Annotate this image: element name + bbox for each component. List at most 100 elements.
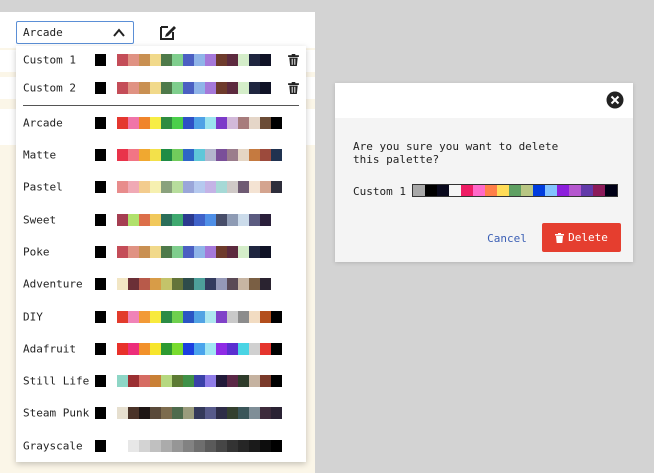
palette-swatches — [95, 214, 271, 226]
palette-swatch — [194, 343, 205, 355]
palette-option[interactable]: DIY — [16, 306, 306, 328]
palette-swatch — [260, 117, 271, 129]
palette-swatches — [95, 440, 282, 452]
palette-swatch — [260, 181, 271, 193]
trash-icon[interactable] — [288, 82, 299, 94]
palette-swatch — [161, 343, 172, 355]
palette-swatch — [172, 311, 183, 323]
palette-swatch — [150, 82, 161, 94]
dialog-palette-preview — [412, 184, 618, 197]
palette-swatch — [216, 343, 227, 355]
palette-swatch — [271, 343, 282, 355]
palette-swatch — [216, 278, 227, 290]
palette-swatch — [194, 311, 205, 323]
palette-option[interactable]: Matte — [16, 144, 306, 166]
palette-swatch — [150, 440, 161, 452]
palette-swatch — [117, 117, 128, 129]
palette-swatch — [128, 181, 139, 193]
palette-swatch — [249, 375, 260, 387]
palette-swatch — [271, 375, 282, 387]
palette-swatch — [128, 440, 139, 452]
palette-option[interactable]: Custom 2 — [16, 77, 306, 99]
palette-swatch — [128, 407, 139, 419]
palette-option[interactable]: Pastel — [16, 176, 306, 198]
palette-option[interactable]: Arcade — [16, 112, 306, 134]
palette-swatches — [95, 407, 282, 419]
palette-swatch — [139, 246, 150, 258]
palette-swatch — [183, 149, 194, 161]
palette-swatch — [95, 181, 106, 193]
palette-swatch — [238, 407, 249, 419]
palette-swatch — [139, 343, 150, 355]
trash-icon[interactable] — [288, 54, 299, 66]
palette-option[interactable]: Poke — [16, 241, 306, 263]
palette-swatch — [172, 278, 183, 290]
palette-swatch — [249, 214, 260, 226]
palette-swatch — [183, 54, 194, 66]
palette-swatch — [249, 149, 260, 161]
palette-swatch — [150, 375, 161, 387]
palette-option[interactable]: Sweet — [16, 209, 306, 231]
palette-swatch — [150, 407, 161, 419]
palette-dropdown[interactable]: Arcade — [16, 21, 134, 44]
delete-button[interactable]: Delete — [542, 223, 621, 252]
palette-swatch — [150, 54, 161, 66]
palette-swatch — [557, 185, 569, 196]
palette-swatch — [183, 82, 194, 94]
palette-swatch — [194, 181, 205, 193]
palette-swatch — [139, 440, 150, 452]
palette-swatch — [227, 246, 238, 258]
palette-option[interactable]: Adafruit — [16, 338, 306, 360]
palette-swatch — [194, 246, 205, 258]
palette-swatch — [249, 278, 260, 290]
palette-swatches — [95, 54, 271, 66]
palette-swatch — [128, 149, 139, 161]
palette-swatches — [95, 117, 282, 129]
palette-swatch — [95, 407, 106, 419]
palette-swatch — [593, 185, 605, 196]
palette-option[interactable]: Still Life — [16, 370, 306, 392]
palette-swatch — [271, 440, 282, 452]
palette-swatch — [161, 82, 172, 94]
palette-option[interactable]: Steam Punk — [16, 402, 306, 424]
edit-icon[interactable] — [158, 22, 178, 42]
palette-swatch — [205, 246, 216, 258]
palette-swatch — [139, 214, 150, 226]
palette-swatch — [128, 311, 139, 323]
palette-swatch — [249, 440, 260, 452]
palette-swatch — [183, 311, 194, 323]
palette-option-label: Custom 2 — [23, 81, 76, 95]
palette-swatch — [161, 214, 172, 226]
palette-swatch — [249, 82, 260, 94]
palette-swatch — [260, 407, 271, 419]
palette-swatch — [205, 407, 216, 419]
palette-swatch — [117, 54, 128, 66]
palette-swatch — [461, 185, 473, 196]
palette-swatch — [128, 246, 139, 258]
palette-swatch — [95, 375, 106, 387]
palette-option[interactable]: Adventure — [16, 273, 306, 295]
palette-swatch — [117, 407, 128, 419]
palette-option[interactable]: Grayscale — [16, 435, 306, 457]
palette-option[interactable]: Custom 1 — [16, 49, 306, 71]
palette-swatch — [139, 407, 150, 419]
palette-swatch — [139, 181, 150, 193]
palette-swatch — [260, 82, 271, 94]
palette-swatch — [227, 278, 238, 290]
cancel-button[interactable]: Cancel — [483, 227, 531, 249]
close-circle-icon[interactable] — [606, 91, 624, 109]
palette-swatch — [205, 278, 216, 290]
palette-swatch — [260, 246, 271, 258]
palette-swatch — [172, 343, 183, 355]
palette-swatch — [194, 149, 205, 161]
palette-swatches — [95, 149, 282, 161]
palette-swatch — [150, 278, 161, 290]
palette-swatch — [183, 214, 194, 226]
palette-dropdown-value: Arcade — [23, 26, 63, 39]
palette-swatch — [545, 185, 557, 196]
palette-swatch — [150, 117, 161, 129]
palette-swatch — [238, 181, 249, 193]
palette-swatch — [117, 214, 128, 226]
palette-swatch — [172, 149, 183, 161]
palette-swatch — [249, 407, 260, 419]
